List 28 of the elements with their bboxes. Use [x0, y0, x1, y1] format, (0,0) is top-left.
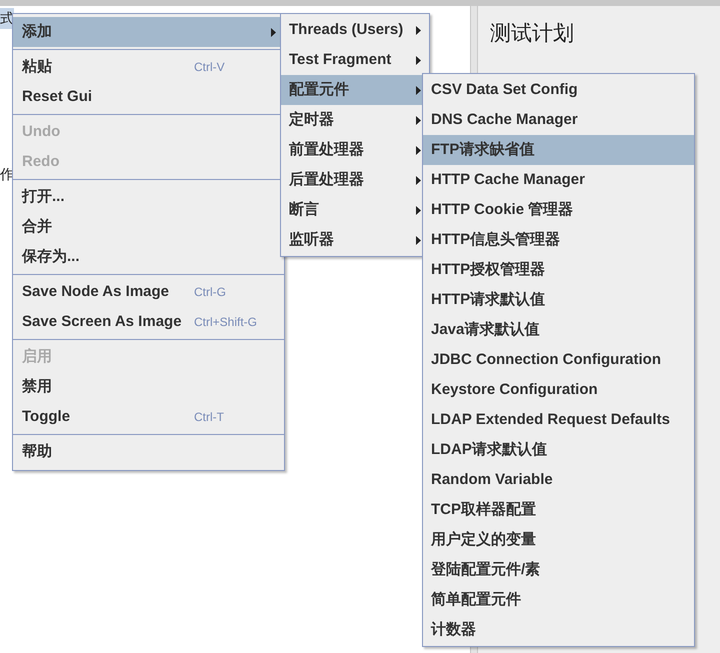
menu-item[interactable]: 简单配置元件 — [423, 585, 694, 615]
menu-item[interactable]: Keystore Configuration — [423, 375, 694, 405]
menu-item[interactable]: 保存为... — [13, 242, 284, 272]
menu-item[interactable]: 用户定义的变量 — [423, 525, 694, 555]
menu-item[interactable]: 合并 — [13, 212, 284, 242]
menu-item[interactable]: 帮助 — [13, 437, 284, 467]
menu-item[interactable]: Reset Gui — [13, 82, 284, 112]
menu-item[interactable]: HTTP授权管理器 — [423, 255, 694, 285]
menu-item[interactable]: Save Screen As Image Ctrl+Shift-G — [13, 307, 284, 337]
menu-item[interactable]: 粘贴 Ctrl-V — [13, 52, 284, 82]
tree-node-label: 作 — [0, 165, 14, 184]
menu-item[interactable]: Test Fragment — [281, 45, 429, 75]
menu-item[interactable]: Save Node As Image Ctrl-G — [13, 277, 284, 307]
menu-item[interactable]: Random Variable — [423, 465, 694, 495]
menu-item[interactable]: Threads (Users) — [281, 15, 429, 45]
menu-item[interactable]: HTTP请求默认值 — [423, 285, 694, 315]
menu-item[interactable]: FTP请求缺省值 — [423, 135, 694, 165]
menu-item[interactable]: 禁用 — [13, 372, 284, 402]
panel-title: 测试计划 — [490, 22, 574, 45]
menu-item[interactable]: TCP取样器配置 — [423, 495, 694, 525]
menu-item[interactable]: 计数器 — [423, 615, 694, 645]
menu-item[interactable]: JDBC Connection Configuration — [423, 345, 694, 375]
menu-item[interactable]: Toggle Ctrl-T — [13, 402, 284, 432]
menu-item[interactable]: LDAP Extended Request Defaults — [423, 405, 694, 435]
menu-item[interactable]: 登陆配置元件/素 — [423, 555, 694, 585]
menu-item[interactable]: Java请求默认值 — [423, 315, 694, 345]
menu-item[interactable]: LDAP请求默认值 — [423, 435, 694, 465]
menu-item[interactable]: 打开... — [13, 182, 284, 212]
